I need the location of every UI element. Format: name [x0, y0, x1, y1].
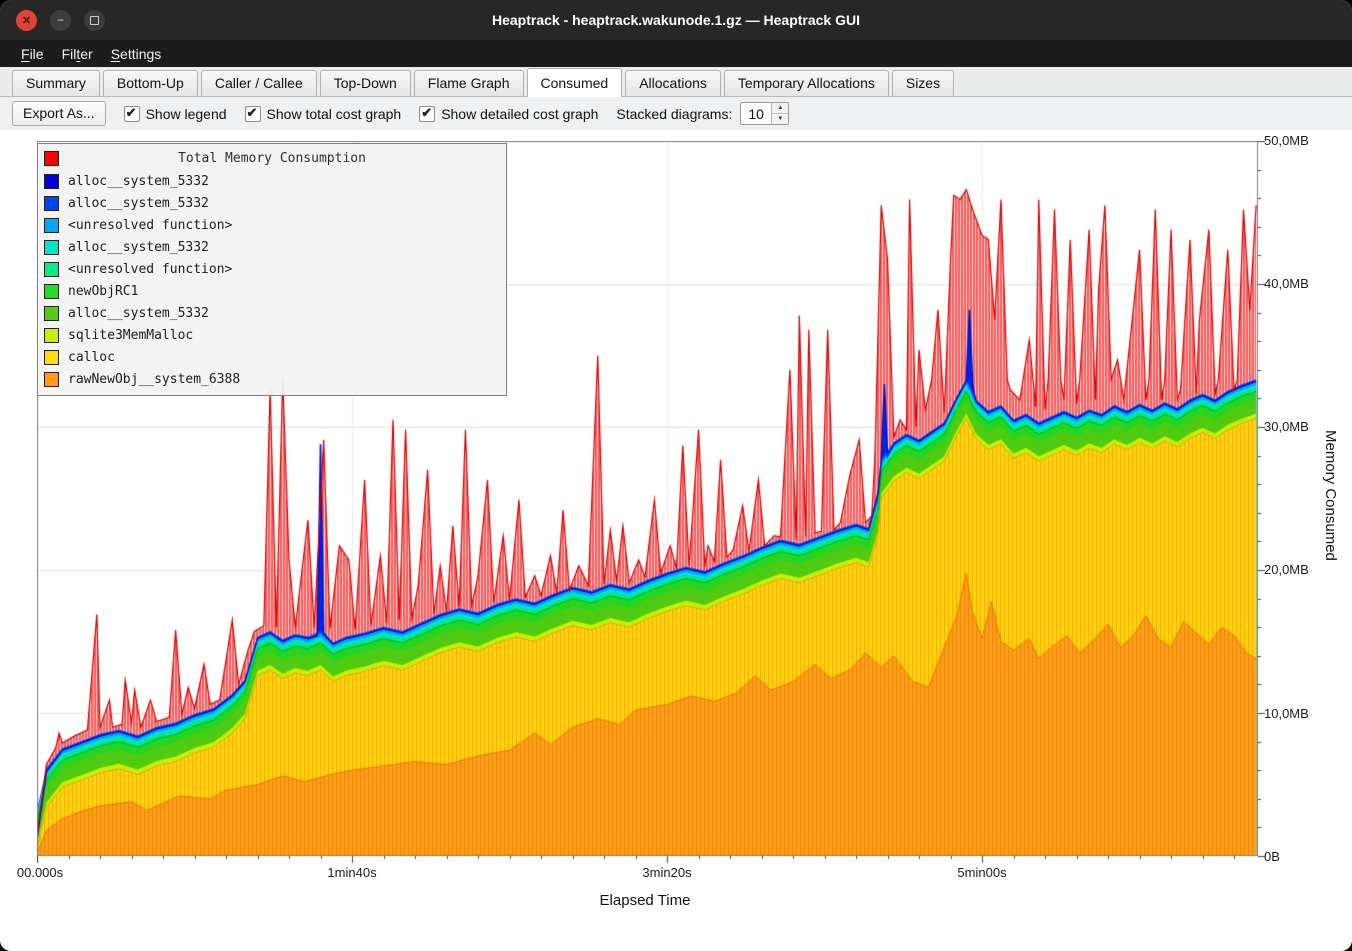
y-tick-label: 0B: [1264, 849, 1280, 864]
legend-item[interactable]: newObjRC1: [38, 280, 506, 302]
menu-settings[interactable]: Settings: [102, 43, 171, 65]
checkbox-label: Show total cost graph: [267, 106, 402, 122]
legend-item[interactable]: sqlite3MemMalloc: [38, 324, 506, 346]
menu-bar: File Filter Settings: [0, 40, 1352, 67]
stacked-diagrams-spinner[interactable]: 10 ▲ ▼: [740, 102, 789, 125]
x-axis-title: Elapsed Time: [600, 892, 691, 909]
legend-swatch: [44, 306, 59, 321]
spinner-up-icon[interactable]: ▲: [772, 103, 788, 114]
checkbox-label: Show detailed cost graph: [441, 106, 598, 122]
legend-swatch: [44, 350, 59, 365]
consumed-chart-region: 50,0MB 40,0MB 30,0MB 20,0MB 10,0MB 0B 00…: [0, 130, 1352, 951]
minimize-icon[interactable]: −: [50, 10, 71, 31]
tab-summary[interactable]: Summary: [12, 70, 100, 96]
legend-swatch: [44, 218, 59, 233]
show-total-cost-graph-checkbox[interactable]: Show total cost graph: [245, 106, 402, 122]
spinner-down-icon[interactable]: ▼: [772, 114, 788, 124]
x-tick-label: 3min20s: [642, 865, 691, 880]
stacked-diagrams-group: Stacked diagrams: 10 ▲ ▼: [616, 102, 789, 125]
tab-sizes[interactable]: Sizes: [892, 70, 954, 96]
y-tick-label: 50,0MB: [1264, 133, 1309, 148]
y-tick-label: 10,0MB: [1264, 706, 1309, 721]
legend-swatch: [44, 262, 59, 277]
checkbox-label: Show legend: [146, 106, 227, 122]
legend-item[interactable]: <unresolved function>: [38, 214, 506, 236]
tab-allocations[interactable]: Allocations: [625, 70, 721, 96]
tab-caller-callee[interactable]: Caller / Callee: [201, 70, 317, 96]
legend-item[interactable]: alloc__system_5332: [38, 192, 506, 214]
checkbox-checked-icon: [245, 106, 261, 122]
close-icon[interactable]: ✕: [16, 10, 37, 31]
y-axis-title: Memory Consumed: [1322, 430, 1339, 561]
legend-title-row: Total Memory Consumption: [38, 147, 506, 170]
legend-swatch: [44, 372, 59, 387]
tab-consumed[interactable]: Consumed: [527, 68, 623, 97]
window-controls: ✕ −: [16, 0, 105, 40]
legend-item[interactable]: <unresolved function>: [38, 258, 506, 280]
menu-filter[interactable]: Filter: [53, 43, 102, 65]
legend-item[interactable]: alloc__system_5332: [38, 302, 506, 324]
tab-top-down[interactable]: Top-Down: [320, 70, 411, 96]
tab-temporary-allocations[interactable]: Temporary Allocations: [724, 70, 889, 96]
y-tick-label: 40,0MB: [1264, 276, 1309, 291]
legend-title-swatch: [44, 151, 59, 166]
menu-file[interactable]: File: [12, 43, 53, 65]
legend-swatch: [44, 174, 59, 189]
legend-item[interactable]: rawNewObj__system_6388: [38, 368, 506, 390]
y-tick-label: 30,0MB: [1264, 419, 1309, 434]
legend-swatch: [44, 328, 59, 343]
x-tick-label: 1min40s: [327, 865, 376, 880]
spinner-arrows: ▲ ▼: [771, 103, 788, 124]
maximize-icon[interactable]: [84, 10, 105, 31]
chart-legend: Total Memory Consumption alloc__system_5…: [37, 143, 507, 396]
legend-item[interactable]: alloc__system_5332: [38, 236, 506, 258]
tab-flame-graph[interactable]: Flame Graph: [414, 70, 524, 96]
app-window: ✕ − Heaptrack - heaptrack.wakunode.1.gz …: [0, 0, 1352, 951]
spinner-value: 10: [741, 103, 771, 124]
show-legend-checkbox[interactable]: Show legend: [124, 106, 227, 122]
legend-swatch: [44, 196, 59, 211]
y-tick-label: 20,0MB: [1264, 562, 1309, 577]
title-bar: ✕ − Heaptrack - heaptrack.wakunode.1.gz …: [0, 0, 1352, 40]
legend-item[interactable]: alloc__system_5332: [38, 170, 506, 192]
legend-swatch: [44, 284, 59, 299]
export-as-button[interactable]: Export As...: [12, 101, 106, 126]
legend-title: Total Memory Consumption: [178, 151, 366, 166]
checkbox-checked-icon: [124, 106, 140, 122]
tab-bottom-up[interactable]: Bottom-Up: [103, 70, 198, 96]
show-detailed-cost-graph-checkbox[interactable]: Show detailed cost graph: [419, 106, 598, 122]
maximize-square-icon: [90, 16, 99, 25]
x-tick-label: 5min00s: [957, 865, 1006, 880]
legend-item[interactable]: calloc: [38, 346, 506, 368]
x-tick-label: 00.000s: [17, 865, 63, 880]
window-title: Heaptrack - heaptrack.wakunode.1.gz — He…: [492, 12, 860, 28]
legend-swatch: [44, 240, 59, 255]
stacked-diagrams-label: Stacked diagrams:: [616, 106, 732, 122]
checkbox-checked-icon: [419, 106, 435, 122]
toolbar: Export As... Show legend Show total cost…: [0, 97, 1352, 130]
tab-bar: Summary Bottom-Up Caller / Callee Top-Do…: [0, 67, 1352, 97]
